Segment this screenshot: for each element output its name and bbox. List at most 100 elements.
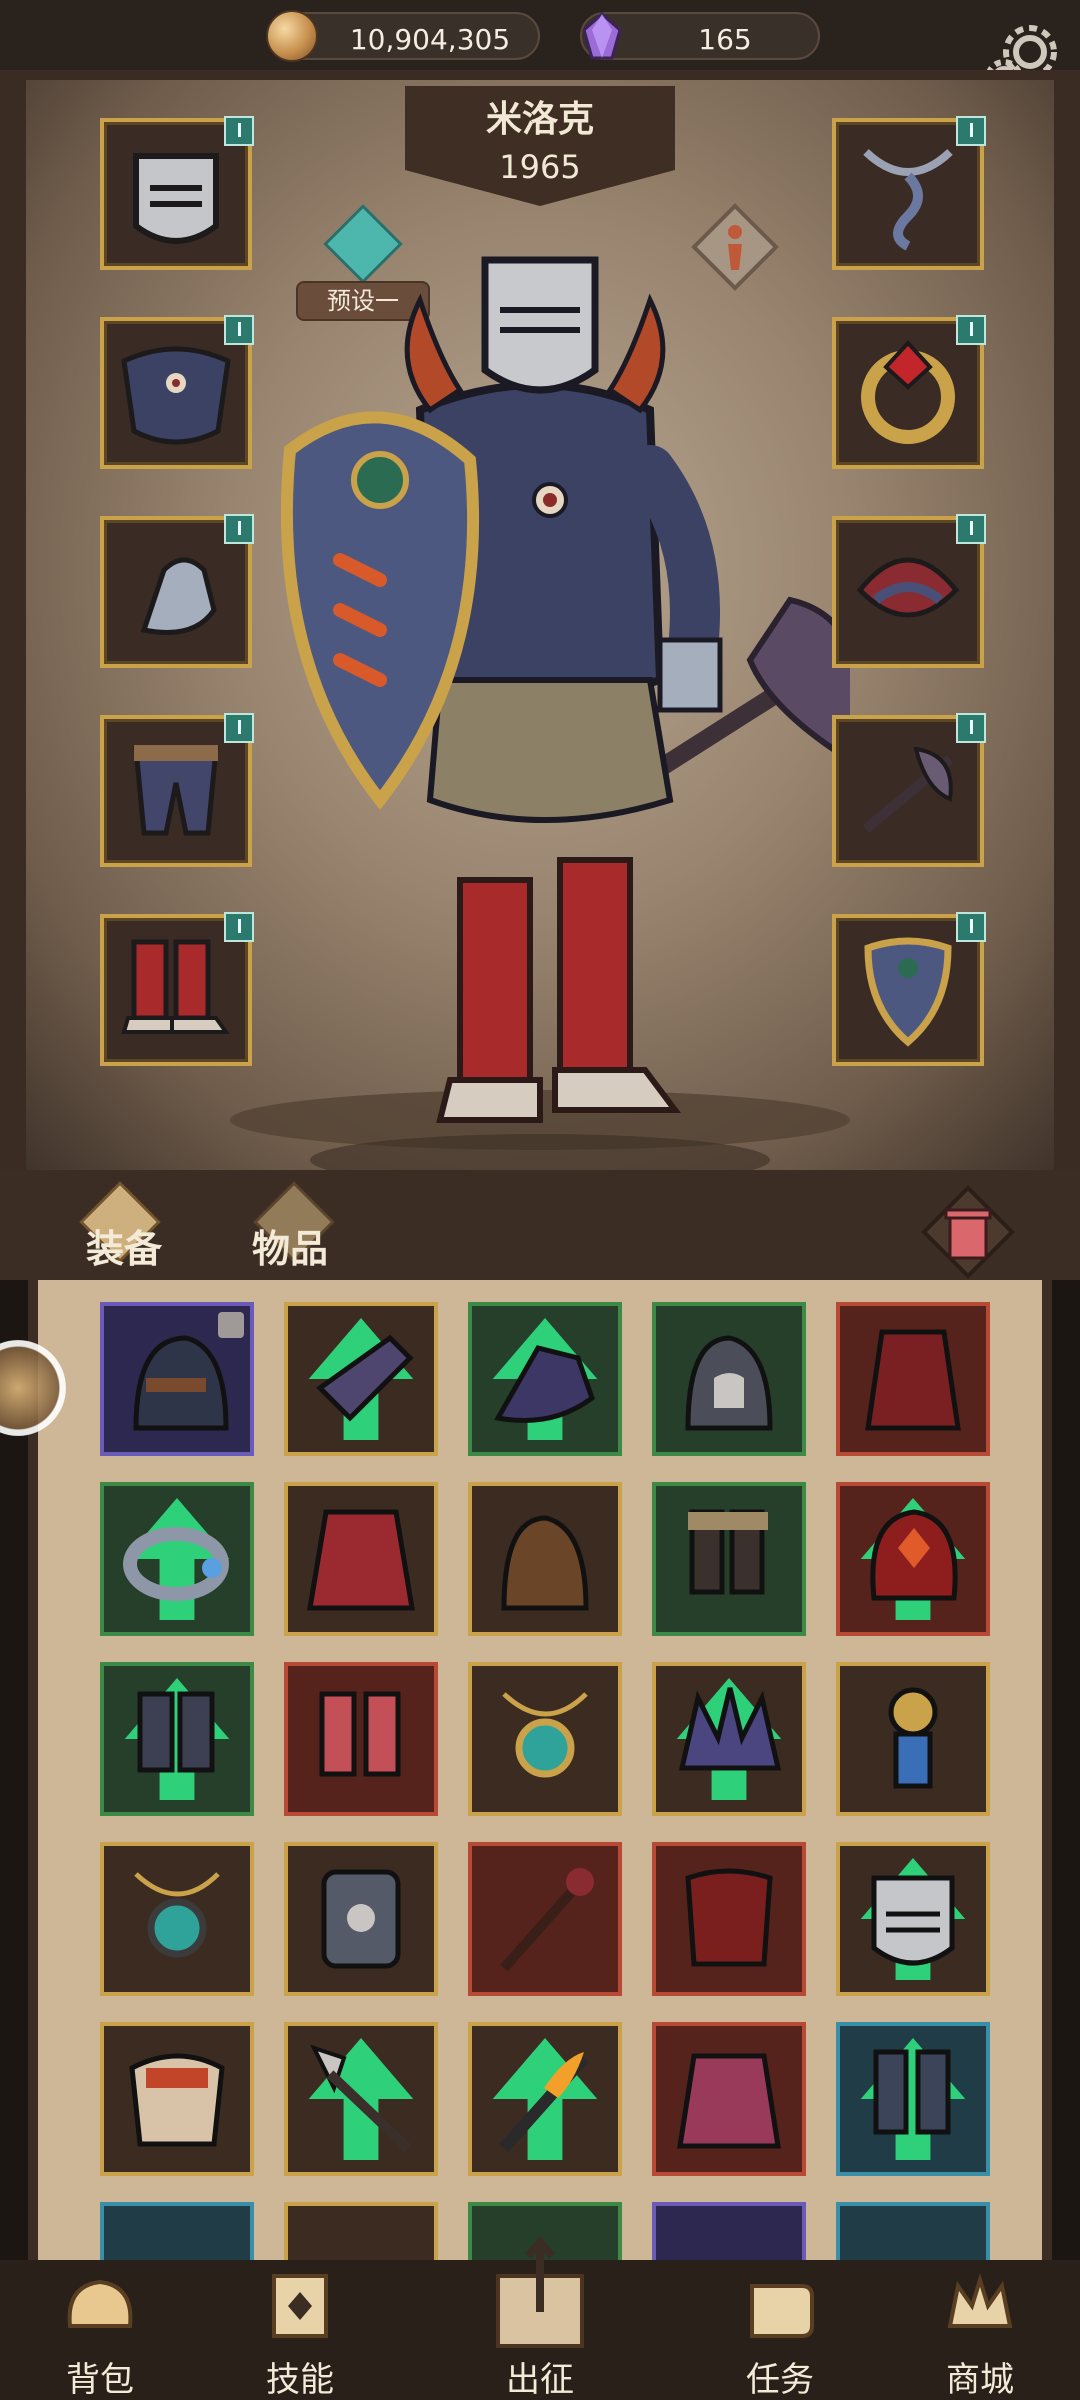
inventory-item[interactable] — [652, 2202, 806, 2260]
inventory-item[interactable] — [284, 1842, 438, 1996]
leg-armor-icon — [133, 745, 219, 836]
bracelet-icon — [123, 1527, 229, 1601]
gold-amount: 10,904,305 — [349, 23, 511, 56]
nav-backpack[interactable]: 背包 — [20, 2260, 180, 2400]
inventory-item[interactable] — [100, 2022, 254, 2176]
trash-icon[interactable] — [920, 1184, 1016, 1280]
inventory-item[interactable] — [284, 1482, 438, 1636]
character-stage: 米洛克 1965 预设一 — [0, 70, 1080, 1170]
gold-coin-icon — [266, 10, 318, 62]
helmet-icon — [133, 153, 219, 244]
nav-battle[interactable]: 出征 — [460, 2236, 620, 2400]
inventory-item[interactable] — [836, 2202, 990, 2260]
red-greaves-icon — [319, 1691, 401, 1777]
pink-robe-icon — [677, 2053, 781, 2149]
tab-items[interactable]: 物品 — [252, 1218, 328, 1273]
inventory-item[interactable] — [652, 1302, 806, 1456]
inventory-item[interactable] — [100, 2202, 254, 2260]
inventory-item[interactable] — [284, 1662, 438, 1816]
character-power: 1965 — [499, 148, 581, 186]
bottom-navigation: 背包 技能 出征 任务 商城 — [0, 2236, 1080, 2400]
battle-map-icon — [496, 2236, 584, 2348]
inventory-item[interactable] — [284, 2202, 438, 2260]
inventory-item[interactable] — [836, 1302, 990, 1456]
inventory-item[interactable] — [836, 1482, 990, 1636]
shop-crown-icon — [947, 2273, 1013, 2328]
equip-slot-pants[interactable] — [100, 713, 254, 867]
helmet-icon — [871, 1875, 955, 1966]
nav-backpack-label: 背包 — [66, 2360, 134, 2400]
inventory-item[interactable] — [468, 1482, 622, 1636]
inventory-panel — [28, 1280, 1052, 2260]
equip-slot-ring[interactable] — [832, 315, 986, 469]
dark-gauntlet-icon — [494, 1345, 595, 1423]
nav-skills[interactable]: 技能 — [220, 2260, 380, 2400]
character-name-plate: 米洛克 1965 — [395, 86, 685, 206]
character-name: 米洛克 — [485, 99, 594, 140]
amulet-icon — [134, 1872, 220, 1958]
red-vest-icon — [685, 1868, 773, 1967]
inventory-item[interactable] — [652, 1842, 806, 1996]
inventory-item[interactable] — [468, 2022, 622, 2176]
inventory-item[interactable] — [836, 2022, 990, 2176]
iron-shield-icon — [321, 1869, 401, 1969]
inventory-item[interactable] — [100, 1302, 254, 1456]
nav-shop-label: 商城 — [946, 2360, 1014, 2400]
nav-shop[interactable]: 商城 — [900, 2260, 1060, 2400]
inventory-item[interactable] — [652, 1482, 806, 1636]
shield-icon — [864, 937, 952, 1047]
equip-slot-helmet[interactable] — [100, 116, 254, 270]
inventory-item[interactable] — [100, 1482, 254, 1636]
gold-counter[interactable]: 10,904,305 — [266, 10, 540, 62]
axe-icon — [862, 746, 954, 833]
hero-knight-illustration — [280, 256, 850, 1170]
inventory-item[interactable] — [100, 1662, 254, 1816]
equip-slot-shoulder[interactable] — [832, 514, 986, 668]
inventory-item[interactable] — [652, 1662, 806, 1816]
nav-skills-label: 技能 — [266, 2360, 334, 2400]
spiked-bracer-icon — [316, 1334, 414, 1422]
leather-boots-icon — [688, 1509, 768, 1595]
grey-hood-icon — [685, 1335, 773, 1431]
equip-slot-boots[interactable] — [100, 912, 254, 1066]
equip-slot-weapon[interactable] — [832, 713, 986, 867]
amulet-icon — [502, 1692, 588, 1778]
equip-slot-gloves[interactable] — [100, 514, 254, 668]
spear-icon — [310, 2044, 412, 2152]
equip-slot-shield[interactable] — [832, 912, 986, 1066]
inventory-item[interactable] — [836, 1842, 990, 1996]
flame-helm-icon — [870, 1509, 958, 1601]
inventory-item[interactable] — [284, 2022, 438, 2176]
steel-boots-icon — [873, 2049, 951, 2135]
red-robe-icon — [865, 1329, 961, 1431]
purple-gem-icon — [576, 10, 628, 62]
chest-armor-icon — [121, 346, 231, 445]
inventory-item[interactable] — [652, 2022, 806, 2176]
resource-bar: 10,904,305 165 — [0, 0, 1080, 70]
equip-slot-chest[interactable] — [100, 315, 254, 469]
crimson-coat-icon — [307, 1509, 415, 1611]
flaming-sword-icon — [499, 2052, 589, 2152]
inventory-tab-bar: 装备 物品 — [0, 1170, 1080, 1280]
skill-book-icon — [272, 2274, 328, 2338]
gem-counter[interactable]: 165 — [580, 11, 820, 60]
lion-totem-icon — [888, 1687, 938, 1789]
staff-icon — [500, 1868, 594, 1972]
inventory-item[interactable] — [284, 1302, 438, 1456]
tab-equipment[interactable]: 装备 — [86, 1218, 162, 1273]
spiked-crown-icon — [678, 1687, 782, 1771]
nav-tasks[interactable]: 任务 — [700, 2260, 860, 2400]
inventory-item[interactable] — [836, 1662, 990, 1816]
inventory-item[interactable] — [468, 1842, 622, 1996]
armored-boots-icon — [137, 1691, 215, 1773]
gem-amount: 165 — [698, 23, 752, 56]
backpack-icon — [67, 2279, 133, 2328]
inventory-item[interactable] — [468, 1302, 622, 1456]
task-scroll-icon — [750, 2284, 814, 2338]
inventory-item[interactable] — [468, 1662, 622, 1816]
brown-hood-icon — [501, 1515, 589, 1611]
ring-icon — [861, 340, 955, 444]
hood-icon — [133, 1335, 229, 1431]
inventory-item[interactable] — [100, 1842, 254, 1996]
equip-slot-necklace[interactable] — [832, 116, 986, 270]
